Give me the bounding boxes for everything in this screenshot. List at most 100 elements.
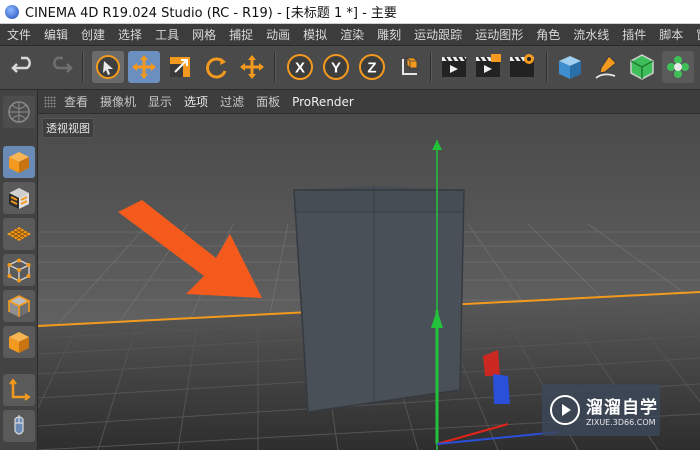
z-axis-plane-handle[interactable] bbox=[493, 374, 510, 404]
render-settings-icon bbox=[510, 54, 535, 77]
z-axis-lock-button[interactable]: Z bbox=[356, 51, 388, 83]
y-axis-lock-icon: Y bbox=[323, 54, 349, 80]
undo-icon bbox=[11, 56, 31, 73]
points-mode-button[interactable] bbox=[3, 254, 35, 286]
pen-spline-icon bbox=[595, 55, 617, 79]
viewport-menu-panel[interactable]: 面板 bbox=[256, 93, 280, 110]
polygons-mode-button[interactable] bbox=[3, 326, 35, 358]
move-icon bbox=[132, 55, 156, 79]
scale-icon bbox=[170, 57, 190, 77]
live-select-button[interactable] bbox=[92, 51, 124, 83]
edges-mode-icon bbox=[7, 295, 31, 317]
x-axis-lock-icon: X bbox=[287, 54, 313, 80]
viewport-menu-options[interactable]: 选项 bbox=[184, 93, 208, 110]
make-editable-icon bbox=[8, 101, 30, 123]
menu-select[interactable]: 选择 bbox=[118, 26, 142, 43]
menu-render[interactable]: 渲染 bbox=[340, 26, 364, 43]
z-axis-lock-icon: Z bbox=[359, 54, 385, 80]
menu-sculpt[interactable]: 雕刻 bbox=[377, 26, 401, 43]
coordinate-system-icon bbox=[402, 57, 418, 75]
viewport-menu-cameras[interactable]: 摄像机 bbox=[100, 93, 136, 110]
cloner-icon bbox=[667, 56, 689, 78]
toolbar-separator bbox=[430, 52, 432, 82]
menu-pipeline[interactable]: 流水线 bbox=[573, 26, 609, 43]
window-title: CINEMA 4D R19.024 Studio (RC - R19) - [未… bbox=[25, 6, 397, 21]
viewport-menu-view[interactable]: 查看 bbox=[64, 93, 88, 110]
watermark-name: 溜溜自学 bbox=[586, 398, 658, 418]
model-mode-button[interactable] bbox=[3, 146, 35, 178]
menu-plugins[interactable]: 插件 bbox=[622, 26, 646, 43]
menu-create[interactable]: 创建 bbox=[81, 26, 105, 43]
tweak-mode-button[interactable] bbox=[3, 410, 35, 442]
menu-bar: 文件 编辑 创建 选择 工具 网格 捕捉 动画 模拟 渲染 雕刻 运动跟踪 运动… bbox=[0, 24, 700, 46]
subdivision-surface-icon bbox=[630, 54, 654, 80]
redo-button[interactable] bbox=[44, 51, 76, 83]
live-select-icon bbox=[96, 55, 120, 79]
menu-mograph[interactable]: 运动图形 bbox=[475, 26, 523, 43]
toolbar-separator bbox=[274, 52, 276, 82]
texture-mode-button[interactable] bbox=[3, 182, 35, 214]
menu-snap[interactable]: 捕捉 bbox=[229, 26, 253, 43]
workplane-icon bbox=[7, 227, 31, 241]
cube-object-button[interactable] bbox=[554, 51, 586, 83]
watermark-logo: 溜溜自学 ZIXUE.3D66.COM bbox=[542, 384, 660, 436]
toolbar-separator bbox=[82, 52, 84, 82]
menu-file[interactable]: 文件 bbox=[7, 26, 31, 43]
points-mode-icon bbox=[7, 258, 31, 283]
menu-character[interactable]: 角色 bbox=[536, 26, 560, 43]
recent-tool-icon bbox=[240, 55, 264, 79]
viewport-menu-prorender[interactable]: ProRender bbox=[292, 95, 354, 109]
y-axis-lock-button[interactable]: Y bbox=[320, 51, 352, 83]
render-settings-button[interactable] bbox=[506, 51, 538, 83]
rotate-button[interactable] bbox=[200, 51, 232, 83]
toolbar-separator bbox=[546, 52, 548, 82]
render-to-picture-viewer-icon bbox=[476, 54, 501, 77]
menu-mesh[interactable]: 网格 bbox=[192, 26, 216, 43]
viewport-menu-bar: 查看 摄像机 显示 选项 过滤 面板 ProRender bbox=[38, 90, 700, 114]
workplane-button[interactable] bbox=[3, 218, 35, 250]
menu-script[interactable]: 脚本 bbox=[659, 26, 683, 43]
svg-text:Z: Z bbox=[367, 60, 376, 77]
edges-mode-button[interactable] bbox=[3, 290, 35, 322]
enable-axis-icon bbox=[9, 378, 31, 401]
menu-edit[interactable]: 编辑 bbox=[44, 26, 68, 43]
polygons-mode-icon bbox=[9, 332, 29, 353]
texture-mode-icon bbox=[9, 188, 29, 209]
make-editable-button[interactable] bbox=[3, 96, 35, 128]
subdivision-surface-button[interactable] bbox=[626, 51, 658, 83]
model-mode-icon bbox=[9, 152, 29, 173]
render-view-button[interactable] bbox=[438, 51, 470, 83]
x-axis-lock-button[interactable]: X bbox=[284, 51, 316, 83]
enable-axis-button[interactable] bbox=[3, 374, 35, 406]
coordinate-system-button[interactable] bbox=[392, 51, 424, 83]
render-to-picture-viewer-button[interactable] bbox=[472, 51, 504, 83]
tweak-mode-icon bbox=[14, 415, 24, 435]
menu-window[interactable]: 窗口 bbox=[696, 26, 700, 43]
watermark-url: ZIXUE.3D66.COM bbox=[586, 418, 656, 427]
scale-button[interactable] bbox=[164, 51, 196, 83]
move-button[interactable] bbox=[128, 51, 160, 83]
menu-tools[interactable]: 工具 bbox=[155, 26, 179, 43]
play-icon bbox=[550, 395, 580, 425]
main-toolbar: X Y Z bbox=[0, 46, 700, 90]
menu-motion-tracker[interactable]: 运动跟踪 bbox=[414, 26, 462, 43]
viewport-grip-icon[interactable] bbox=[44, 95, 56, 108]
menu-simulate[interactable]: 模拟 bbox=[303, 26, 327, 43]
title-bar: CINEMA 4D R19.024 Studio (RC - R19) - [未… bbox=[0, 0, 700, 24]
svg-text:Y: Y bbox=[331, 60, 341, 77]
pen-spline-button[interactable] bbox=[590, 51, 622, 83]
rotate-icon bbox=[206, 57, 227, 79]
viewport-menu-filter[interactable]: 过滤 bbox=[220, 93, 244, 110]
undo-button[interactable] bbox=[8, 51, 40, 83]
redo-icon bbox=[53, 56, 73, 73]
viewport-label: 透视视图 bbox=[42, 118, 94, 138]
cube-object-icon bbox=[559, 56, 581, 79]
menu-animate[interactable]: 动画 bbox=[266, 26, 290, 43]
render-view-icon bbox=[442, 56, 467, 77]
cinema4d-app-icon bbox=[5, 4, 19, 19]
svg-text:X: X bbox=[295, 60, 305, 77]
recent-tool-button[interactable] bbox=[236, 51, 268, 83]
viewport-menu-display[interactable]: 显示 bbox=[148, 93, 172, 110]
left-palette bbox=[0, 90, 38, 450]
cloner-button[interactable] bbox=[662, 51, 694, 83]
